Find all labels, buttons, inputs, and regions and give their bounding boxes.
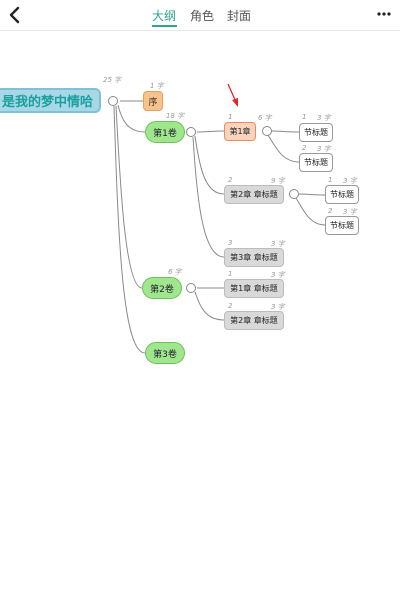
- chapter-collapse-toggle[interactable]: [289, 189, 299, 199]
- chapter-index: 3: [228, 239, 233, 247]
- section-index: 2: [328, 207, 333, 215]
- volume-2-collapse-toggle[interactable]: [186, 283, 196, 293]
- section-word-count: 3 字: [317, 114, 331, 122]
- tab-cover[interactable]: 封面: [227, 7, 251, 24]
- section-node[interactable]: 节标题: [299, 123, 333, 142]
- tab-outline[interactable]: 大纲: [152, 7, 176, 24]
- section-node[interactable]: 节标题: [325, 185, 359, 204]
- volume-1-collapse-toggle[interactable]: [186, 127, 196, 137]
- chapter-node[interactable]: 第1章 章标题: [224, 279, 284, 298]
- volume-1-word-count: 18 字: [166, 112, 185, 120]
- root-node-book-title[interactable]: 是我的梦中情哈: [0, 88, 101, 113]
- chapter-node[interactable]: 第2章 章标题: [224, 185, 284, 204]
- chapter-index: 1: [228, 270, 233, 278]
- section-node[interactable]: 节标题: [299, 153, 333, 172]
- volume-3-node[interactable]: 第3卷: [145, 342, 185, 364]
- top-bar: 大纲 角色 封面: [0, 0, 400, 31]
- root-word-count: 25 字: [103, 76, 122, 84]
- chapter-index: 2: [228, 176, 233, 184]
- tab-bar: 大纲 角色 封面: [0, 0, 400, 30]
- chapter-collapse-toggle[interactable]: [262, 126, 272, 136]
- section-index: 1: [302, 113, 307, 121]
- more-options-icon[interactable]: [376, 6, 392, 22]
- preface-word-count: 1 字: [150, 82, 164, 90]
- section-index: 2: [302, 144, 307, 152]
- connector-lines: [113, 83, 326, 354]
- section-node[interactable]: 节标题: [325, 216, 359, 235]
- chapter-node[interactable]: 第2章 章标题: [224, 311, 284, 330]
- volume-2-node[interactable]: 第2卷: [142, 277, 182, 299]
- chapter-index: 2: [228, 302, 233, 310]
- chapter-word-count: 6 字: [258, 114, 272, 122]
- volume-2-word-count: 6 字: [168, 268, 182, 276]
- annotation-arrow: [227, 83, 238, 107]
- chapter-node[interactable]: 第3章 章标题: [224, 248, 284, 267]
- active-tab-indicator: [152, 25, 177, 27]
- volume-1-node[interactable]: 第1卷: [145, 121, 185, 143]
- tab-characters[interactable]: 角色: [190, 7, 214, 24]
- section-index: 1: [328, 176, 333, 184]
- outline-mindmap-canvas[interactable]: 25 字 是我的梦中情哈 1 字 序 18 字 第1卷 1 6 字 第1章 1 …: [0, 31, 400, 595]
- chapter-node-selected[interactable]: 第1章: [224, 122, 256, 141]
- preface-node[interactable]: 序: [143, 91, 163, 111]
- chapter-index: 1: [228, 113, 233, 121]
- root-collapse-toggle[interactable]: [108, 96, 118, 106]
